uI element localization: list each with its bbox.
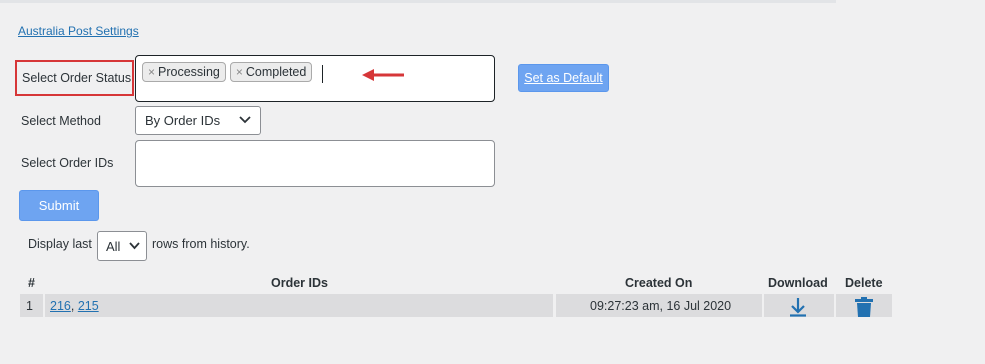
order-ids-input[interactable] xyxy=(135,140,495,187)
column-header-created-on: Created On xyxy=(625,276,693,290)
australia-post-settings-link[interactable]: Australia Post Settings xyxy=(18,24,139,38)
order-id-link[interactable]: 216 xyxy=(50,299,71,313)
display-last-label: Display last xyxy=(28,237,92,251)
row-index: 1 xyxy=(26,299,33,313)
trash-icon[interactable] xyxy=(855,297,873,317)
set-as-default-button[interactable]: Set as Default xyxy=(518,64,609,92)
arrow-left-icon xyxy=(362,69,404,81)
order-status-tag-input[interactable]: × Processing × Completed xyxy=(135,55,495,102)
order-status-label-text: Select Order Status xyxy=(22,71,132,85)
history-count-value: All xyxy=(106,238,121,254)
status-tag-label: Completed xyxy=(245,65,307,79)
order-id-link[interactable]: 215 xyxy=(78,299,99,313)
table-cell-bg xyxy=(45,294,553,317)
status-tag-label: Processing xyxy=(158,65,220,79)
column-header-download: Download xyxy=(768,276,828,290)
submit-button[interactable]: Submit xyxy=(19,190,99,221)
text-caret xyxy=(322,65,324,83)
history-count-select[interactable]: All xyxy=(97,231,147,261)
method-select[interactable]: By Order IDs xyxy=(135,106,261,135)
method-label: Select Method xyxy=(21,114,101,128)
close-icon[interactable]: × xyxy=(148,65,155,79)
chevron-down-icon xyxy=(239,116,251,124)
order-ids-label: Select Order IDs xyxy=(21,156,114,170)
column-header-delete: Delete xyxy=(845,276,883,290)
column-header-index: # xyxy=(28,276,35,290)
method-select-value: By Order IDs xyxy=(145,113,221,128)
rows-from-history-label: rows from history. xyxy=(152,237,250,251)
close-icon[interactable]: × xyxy=(236,65,243,79)
row-order-ids: 216, 215 xyxy=(50,299,99,313)
column-header-order-ids: Order IDs xyxy=(271,276,328,290)
download-icon[interactable] xyxy=(788,297,808,317)
chevron-down-icon xyxy=(129,242,140,250)
row-created-on: 09:27:23 am, 16 Jul 2020 xyxy=(590,299,732,313)
status-tag-completed: × Completed xyxy=(229,62,313,82)
status-tag-processing: × Processing xyxy=(142,62,226,82)
order-id-separator: , xyxy=(70,299,78,313)
top-divider xyxy=(0,0,836,3)
order-status-label: Select Order Status xyxy=(15,60,134,96)
